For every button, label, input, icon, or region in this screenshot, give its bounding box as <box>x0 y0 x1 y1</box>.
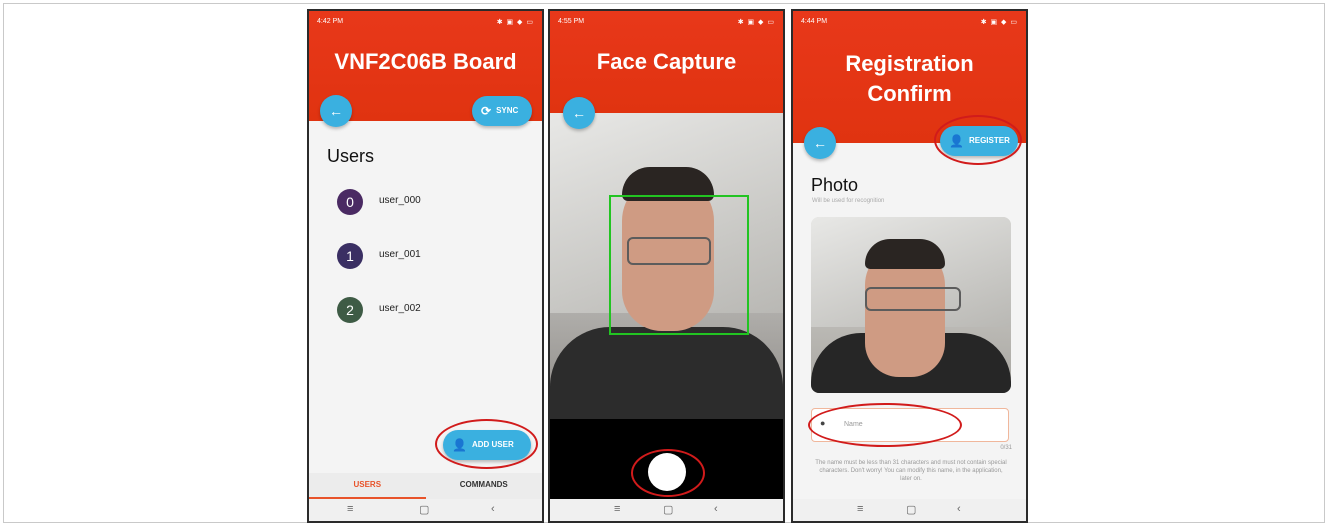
status-bar: 4:44 PM ✱ ▣ ◆ ▭ <box>801 18 1018 28</box>
glasses <box>865 287 961 311</box>
menu-icon[interactable]: ≡ <box>347 503 353 515</box>
person-shirt <box>550 327 783 419</box>
highlight-ring <box>435 419 538 469</box>
page-title: VNF2C06B Board <box>334 49 517 74</box>
user-name: user_001 <box>379 249 421 260</box>
back-nav-icon[interactable]: ‹ <box>957 503 961 515</box>
back-nav-icon[interactable]: ‹ <box>714 503 718 515</box>
page-title-line2: Confirm <box>867 81 952 106</box>
back-button[interactable]: ← <box>320 95 352 127</box>
user-avatar: 2 <box>337 297 363 323</box>
registration-confirm-screen: 4:44 PM ✱ ▣ ◆ ▭ Registration Confirm ← 👤… <box>791 9 1028 523</box>
photo-heading: Photo <box>811 175 859 195</box>
user-avatar: 1 <box>337 243 363 269</box>
page-title: Face Capture <box>596 49 737 74</box>
back-button[interactable]: ← <box>804 127 836 159</box>
highlight-ring <box>631 449 705 497</box>
status-icons: ✱ ▣ ◆ ▭ <box>980 19 1018 26</box>
name-counter: 0/31 <box>1000 445 1012 451</box>
user-name: user_002 <box>379 303 421 314</box>
captured-photo <box>811 217 1011 393</box>
status-icons: ✱ ▣ ◆ ▭ <box>737 19 775 26</box>
system-nav-bar: ≡ ▢ ‹ <box>550 499 783 521</box>
system-nav-bar: ≡ ▢ ‹ <box>793 499 1026 521</box>
status-time: 4:42 PM <box>317 18 344 25</box>
menu-icon[interactable]: ≡ <box>614 503 620 515</box>
refresh-icon: ⟳ <box>481 104 492 118</box>
back-button[interactable]: ← <box>563 97 595 129</box>
arrow-left-icon: ← <box>572 105 586 121</box>
home-icon[interactable]: ▢ <box>906 503 916 516</box>
board-screen: 4:42 PM ✱ ▣ ◆ ▭ VNF2C06B Board ← ⟳ SYNC U… <box>307 9 544 523</box>
face-capture-screen: 4:55 PM ✱ ▣ ◆ ▭ Face Capture ← ≡ ▢ ‹ <box>548 9 785 523</box>
arrow-left-icon: ← <box>813 135 827 151</box>
tab-users[interactable]: USERS <box>309 473 426 499</box>
status-time: 4:44 PM <box>801 18 828 25</box>
camera-preview <box>550 113 783 419</box>
sync-label: SYNC <box>496 106 519 115</box>
face-detection-box <box>609 195 749 335</box>
tab-bar: USERS COMMANDS <box>309 473 542 499</box>
status-bar: 4:55 PM ✱ ▣ ◆ ▭ <box>558 18 775 28</box>
status-bar: 4:42 PM ✱ ▣ ◆ ▭ <box>317 18 534 28</box>
photo-hint: Will be used for recognition <box>812 198 885 204</box>
status-time: 4:55 PM <box>558 18 585 25</box>
page-title-line1: Registration <box>845 51 974 76</box>
name-notice: The name must be less than 31 characters… <box>815 460 1007 482</box>
users-heading: Users <box>327 146 375 166</box>
back-nav-icon[interactable]: ‹ <box>491 503 495 515</box>
highlight-ring <box>934 115 1022 165</box>
home-icon[interactable]: ▢ <box>663 503 673 516</box>
menu-icon[interactable]: ≡ <box>857 503 863 515</box>
system-nav-bar: ≡ ▢ ‹ <box>309 499 542 521</box>
highlight-ring <box>808 403 962 447</box>
person-hair <box>865 239 945 269</box>
tab-commands[interactable]: COMMANDS <box>426 473 543 499</box>
home-icon[interactable]: ▢ <box>419 503 429 516</box>
status-icons: ✱ ▣ ◆ ▭ <box>496 19 534 26</box>
user-name: user_000 <box>379 195 421 206</box>
user-avatar: 0 <box>337 189 363 215</box>
sync-button[interactable]: ⟳ SYNC <box>472 96 532 126</box>
arrow-left-icon: ← <box>329 103 343 119</box>
